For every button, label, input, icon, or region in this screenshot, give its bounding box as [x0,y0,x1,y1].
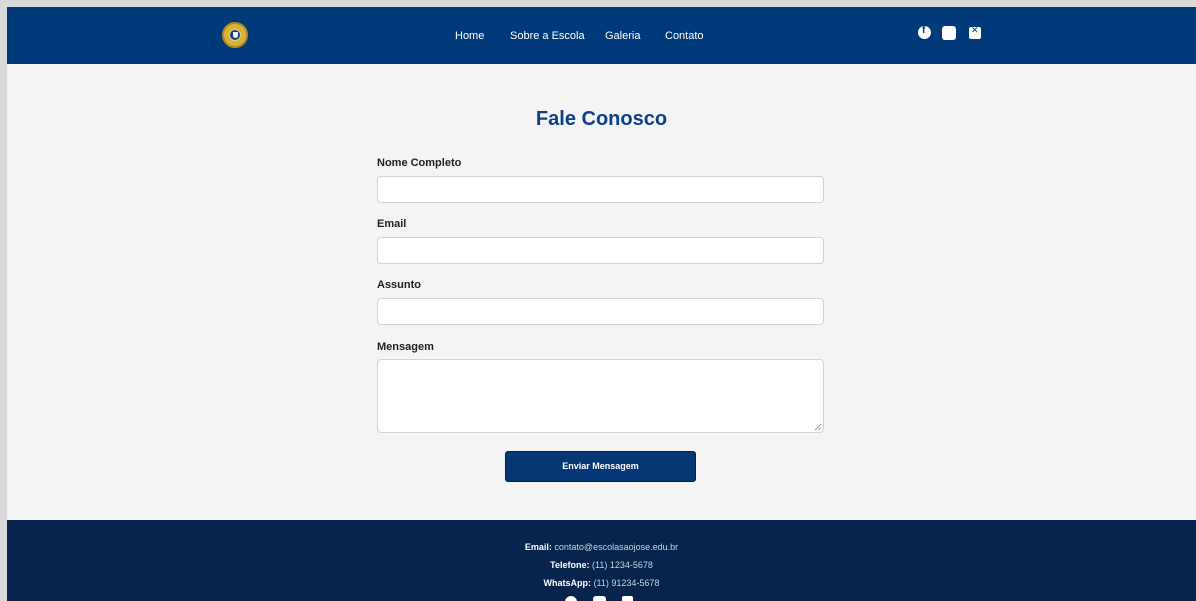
top-navbar: Home Sobre a Escola Galeria Contato [7,7,1196,64]
instagram-icon[interactable] [593,596,606,601]
footer-phone-label: Telefone: [550,560,590,570]
footer-email-label: Email: [524,542,552,552]
nav-about[interactable]: Sobre a Escola [510,29,585,43]
footer-whatsapp: WhatsApp: (11) 91234-5678 [7,578,1196,589]
x-icon[interactable] [969,26,981,39]
email-label: Email [377,218,407,230]
nav-home[interactable]: Home [455,29,484,43]
footer-phone-value: (11) 1234-5678 [591,560,653,570]
email-field[interactable] [377,237,824,264]
instagram-icon[interactable] [942,26,956,40]
footer-email-value[interactable]: contato@escolasaojose.edu.br [554,542,678,552]
x-icon[interactable] [622,596,633,601]
send-message-button[interactable]: Enviar Mensagem [505,451,696,482]
name-field[interactable] [377,176,824,203]
footer-phone: Telefone: (11) 1234-5678 [7,560,1196,571]
footer-whatsapp-value: (11) 91234-5678 [593,578,660,588]
footer-whatsapp-label: WhatsApp: [543,578,592,588]
page: Home Sobre a Escola Galeria Contato Fale… [7,7,1196,601]
facebook-icon[interactable] [918,25,931,39]
nav-contact[interactable]: Contato [665,29,704,43]
footer: Email: contato@escolasaojose.edu.br Tele… [7,520,1196,601]
subject-field[interactable] [377,298,824,325]
facebook-icon[interactable] [565,596,577,601]
resize-handle-icon[interactable] [815,424,821,430]
subject-label: Assunto [377,279,421,291]
main-nav: Home Sobre a Escola Galeria Contato [7,29,1196,43]
footer-email: Email: contato@escolasaojose.edu.br [7,542,1196,553]
message-textarea[interactable] [377,359,824,433]
page-title: Fale Conosco [535,108,668,130]
name-label: Nome Completo [377,157,462,169]
nav-gallery[interactable]: Galeria [605,29,640,43]
message-label: Mensagem [377,341,434,353]
